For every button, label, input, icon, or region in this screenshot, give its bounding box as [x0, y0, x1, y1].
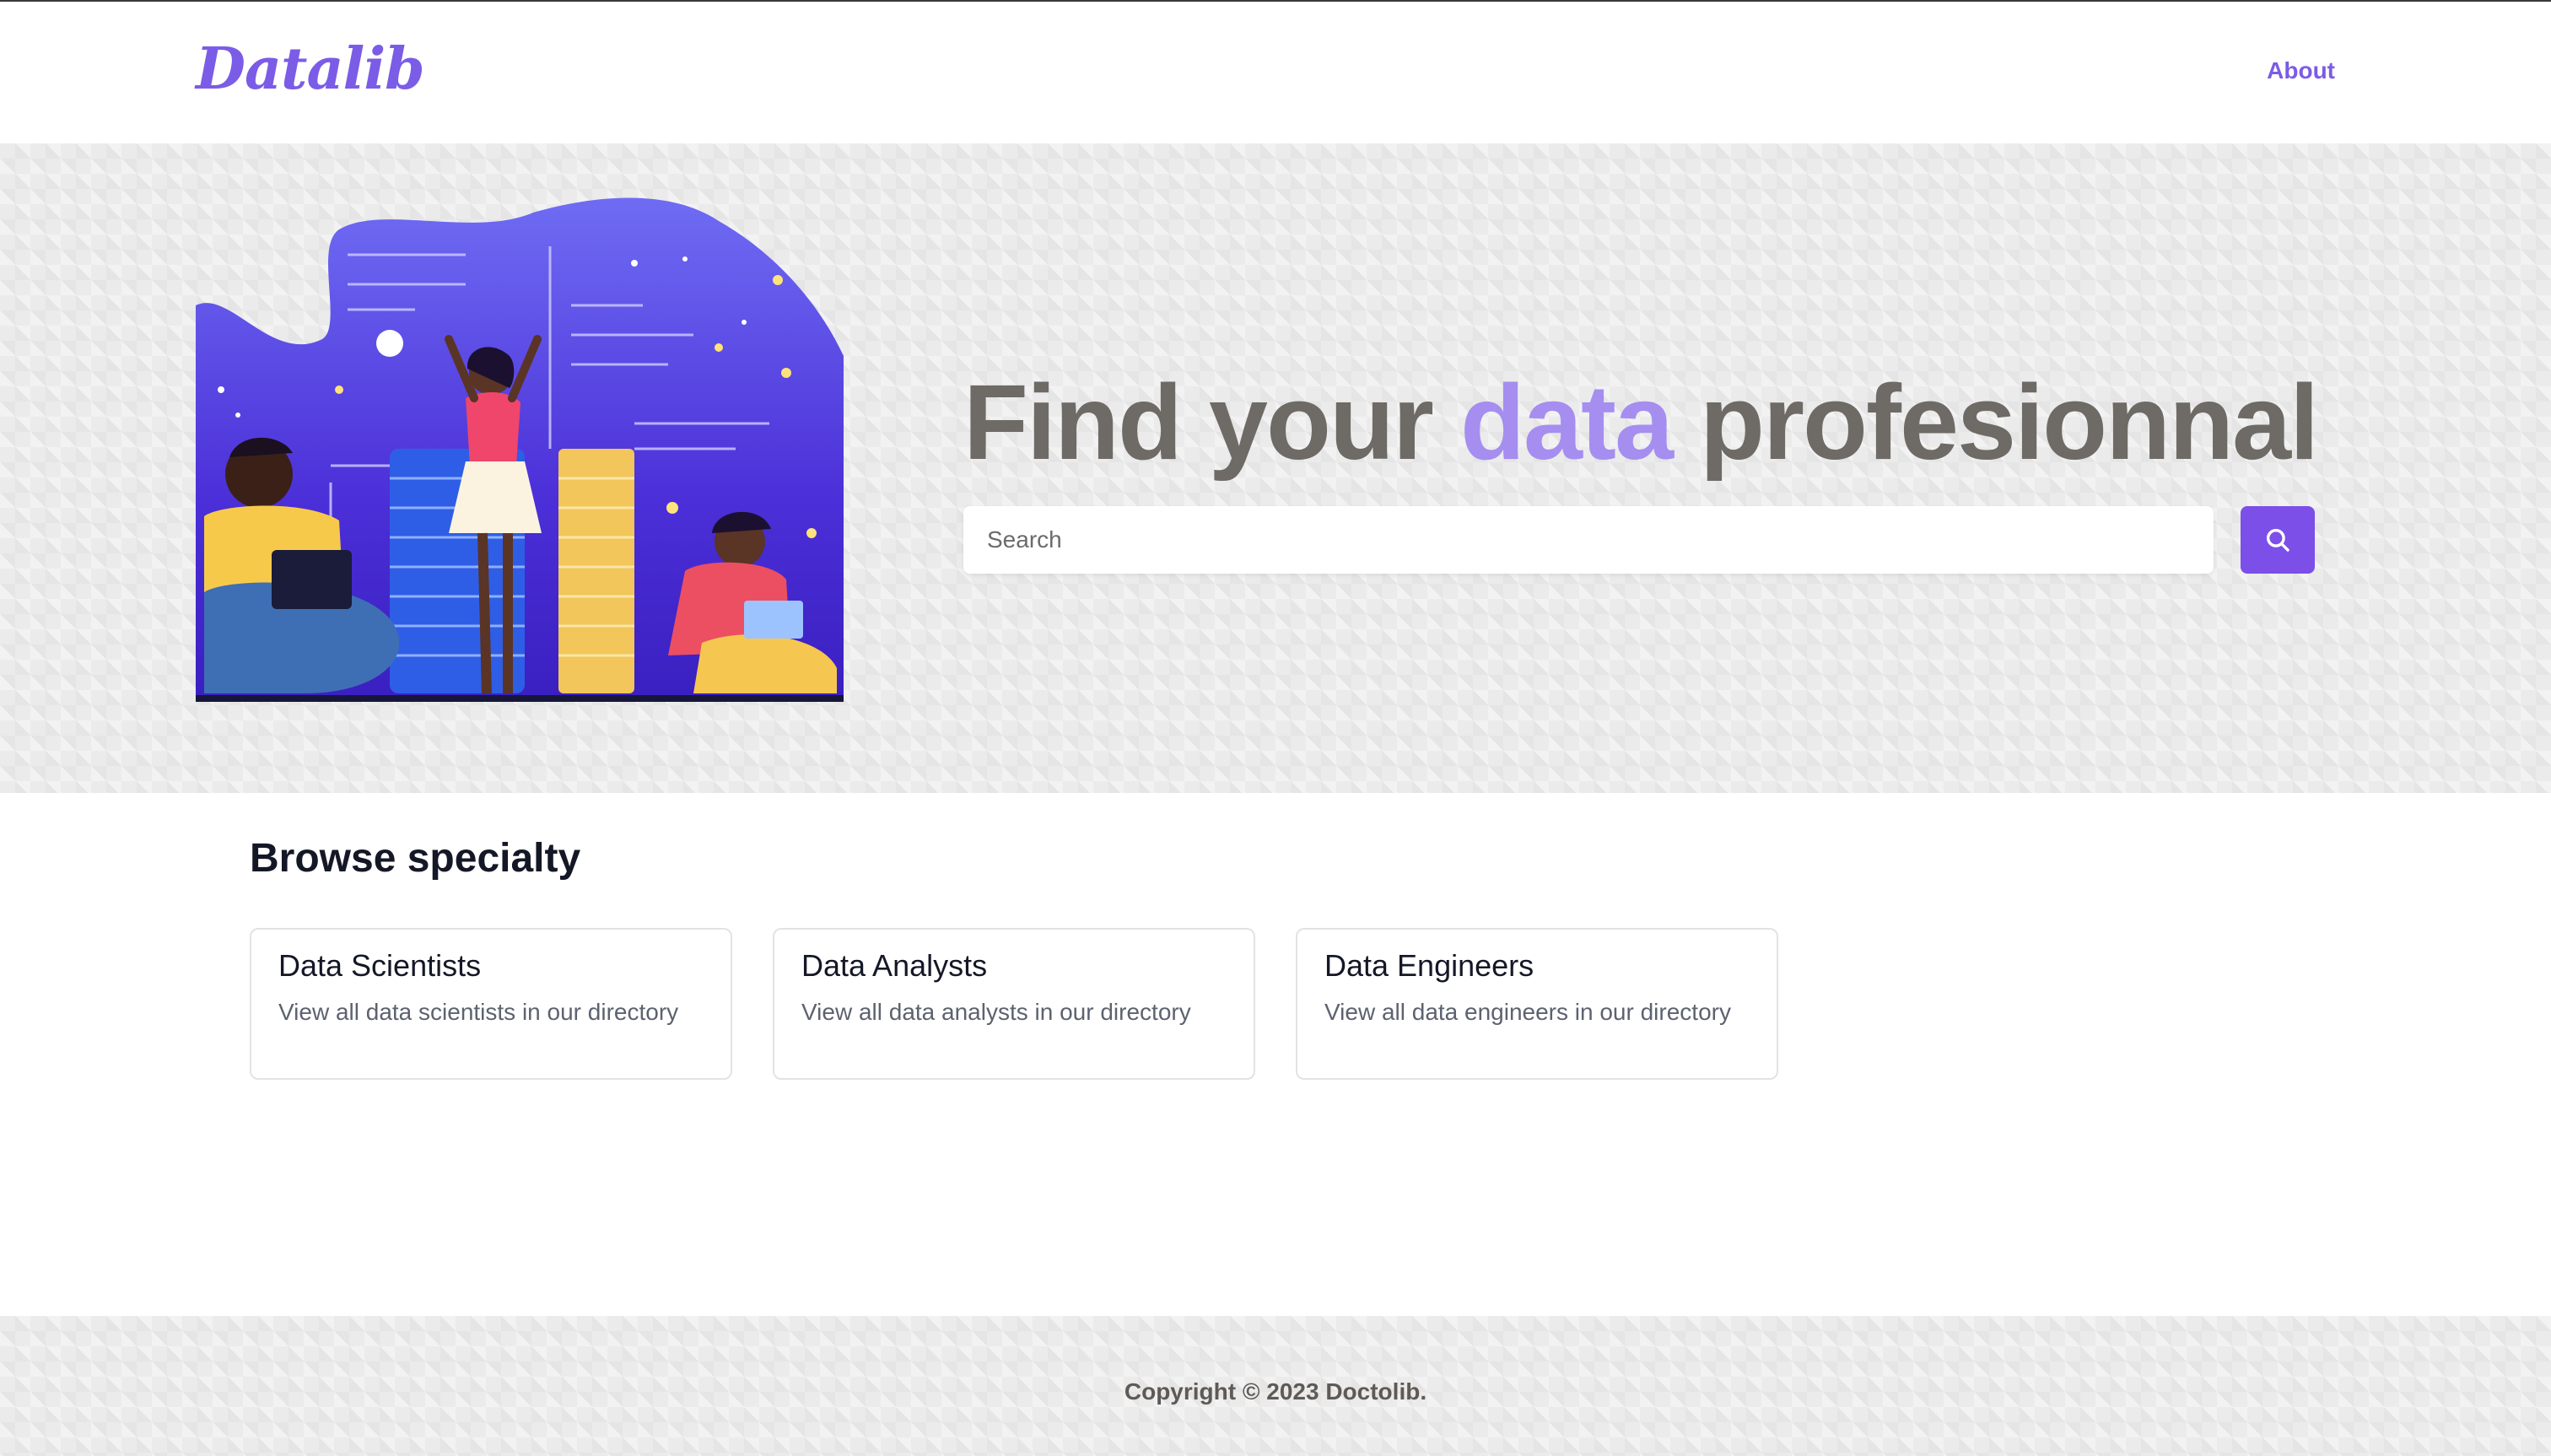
nav-link-about[interactable]: About	[2267, 57, 2335, 84]
hero-title-part2: profesionnal	[1672, 363, 2319, 482]
data-people-illustration	[196, 197, 844, 702]
hero-title-accent: data	[1459, 363, 1674, 482]
specialty-card-data-scientists[interactable]: Data Scientists View all data scientists…	[250, 928, 732, 1080]
search-icon	[2266, 528, 2289, 552]
hero-title: Find your data profesionnal	[963, 361, 2319, 483]
footer: Copyright © 2023 Doctolib.	[0, 1316, 2551, 1456]
specialty-card-data-engineers[interactable]: Data Engineers View all data engineers i…	[1296, 928, 1778, 1080]
hero-section: Find your data profesionnal	[0, 143, 2551, 793]
browse-specialty-heading: Browse specialty	[250, 836, 581, 881]
navbar: Datalib About	[0, 2, 2551, 143]
card-title: Data Analysts	[801, 948, 988, 983]
card-description: View all data scientists in our director…	[278, 999, 679, 1025]
card-title: Data Engineers	[1324, 948, 1534, 983]
specialty-card-data-analysts[interactable]: Data Analysts View all data analysts in …	[773, 928, 1255, 1080]
hero-title-part1: Find your	[963, 363, 1460, 482]
copyright-text: Copyright © 2023 Doctolib.	[1124, 1378, 1427, 1405]
card-description: View all data engineers in our directory	[1324, 999, 1731, 1025]
card-title: Data Scientists	[278, 948, 482, 983]
logo[interactable]: Datalib	[196, 35, 425, 103]
card-description: View all data analysts in our directory	[801, 999, 1191, 1025]
search-button[interactable]	[2241, 506, 2315, 574]
search-input[interactable]	[963, 506, 2214, 574]
